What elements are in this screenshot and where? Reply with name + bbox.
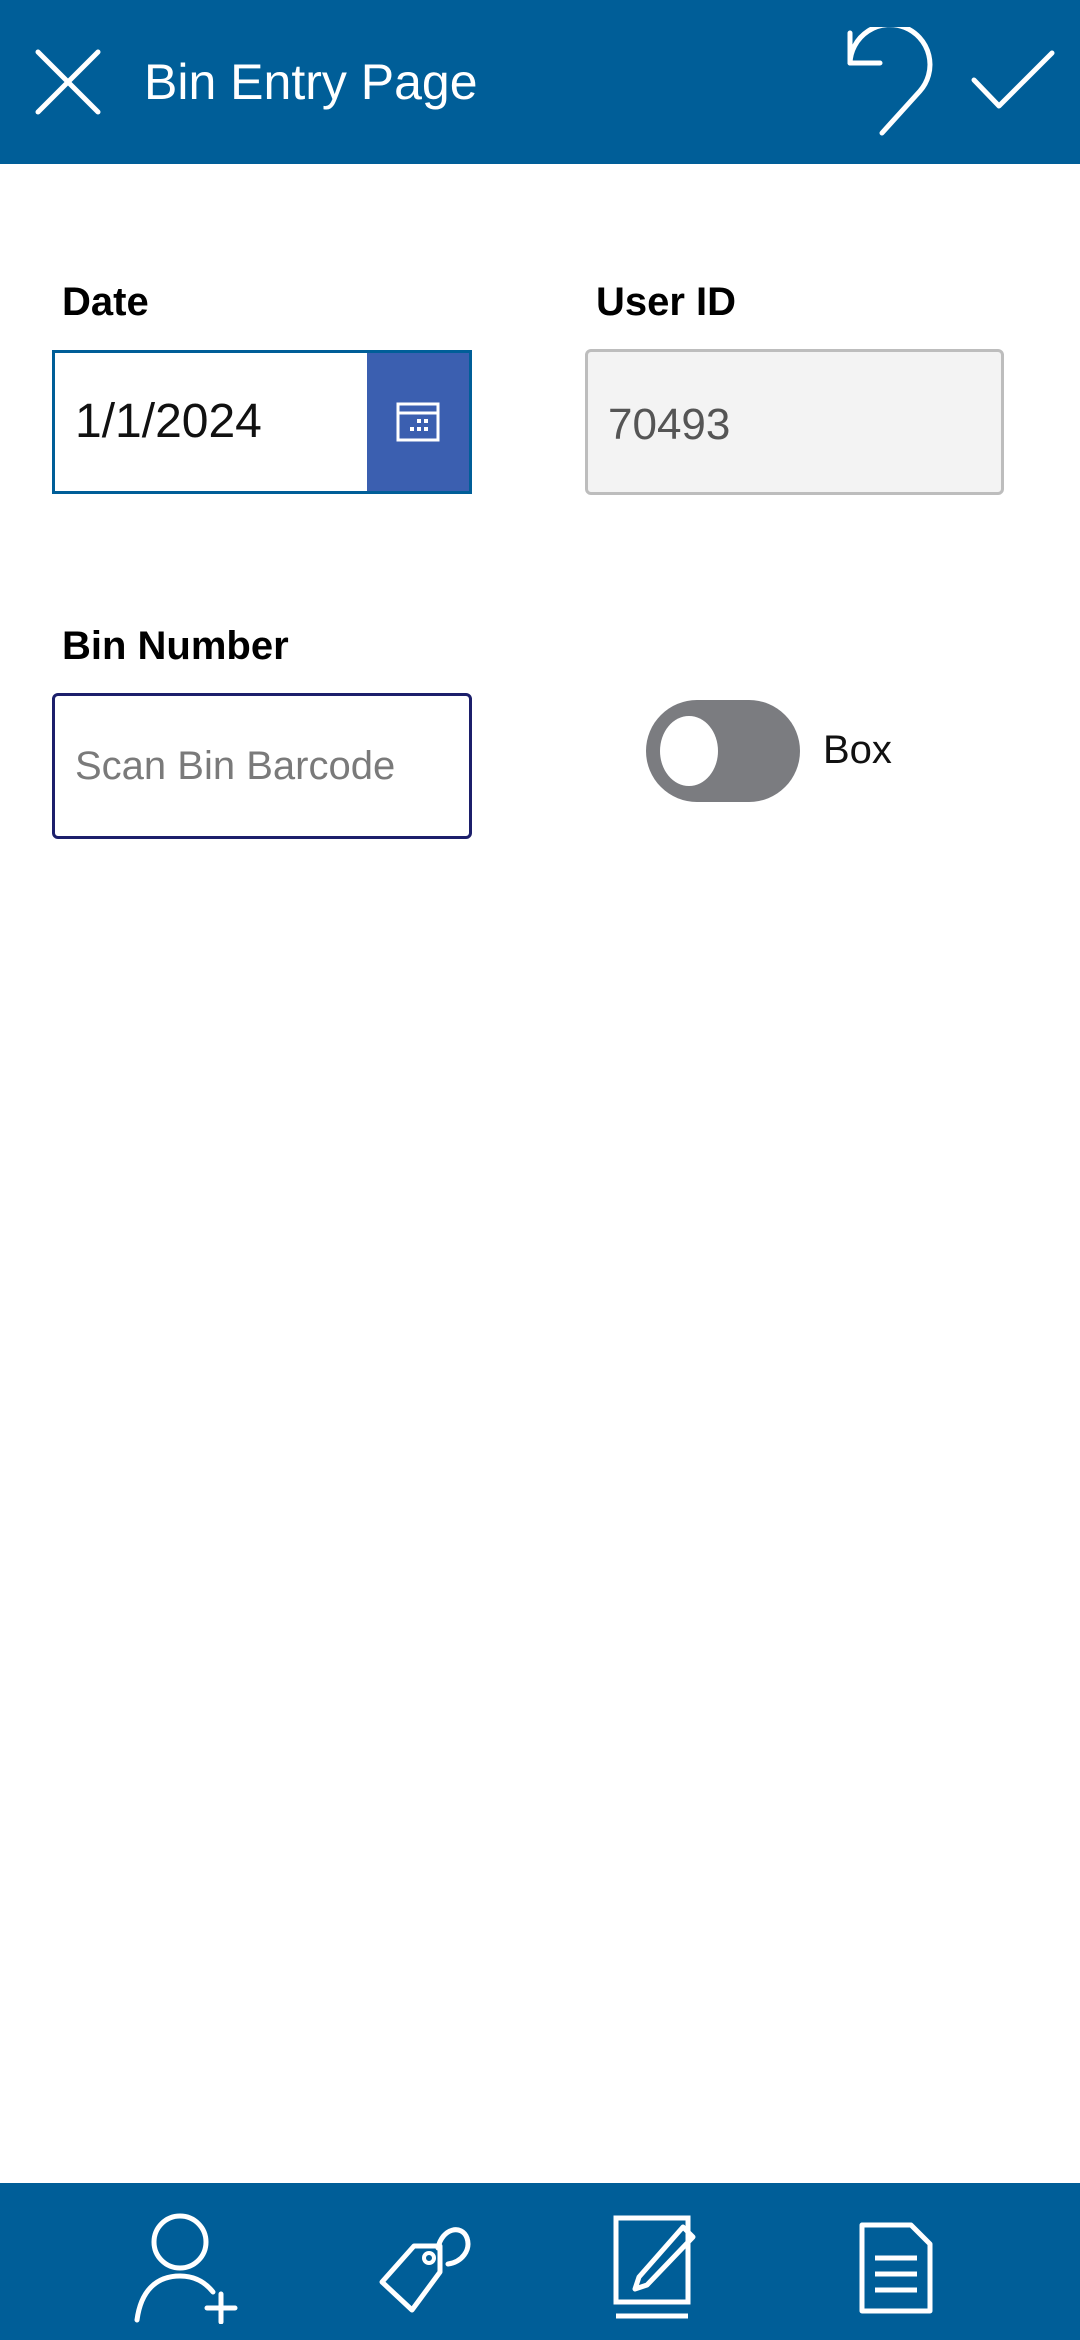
- tags-icon: [379, 2227, 471, 2313]
- bin-number-label: Bin Number: [62, 624, 289, 668]
- calendar-button[interactable]: [367, 353, 469, 491]
- user-id-label: User ID: [596, 280, 737, 324]
- close-button[interactable]: [24, 38, 112, 126]
- edit-document-button[interactable]: [596, 2203, 716, 2333]
- date-value[interactable]: 1/1/2024: [75, 353, 262, 491]
- bin-number-input[interactable]: [52, 693, 472, 839]
- box-toggle-label: Box: [823, 728, 892, 772]
- checkmark-icon: [971, 50, 1055, 109]
- edit-document-icon: [613, 2215, 696, 2319]
- document-button[interactable]: [836, 2203, 956, 2333]
- add-user-icon: [134, 2213, 238, 2324]
- user-id-value: 70493: [608, 400, 731, 449]
- document-icon: [859, 2222, 933, 2314]
- toggle-knob: [660, 716, 718, 786]
- box-toggle[interactable]: [646, 700, 800, 802]
- user-id-field: 70493: [585, 349, 1004, 495]
- undo-button[interactable]: [838, 24, 938, 140]
- footer-bar: [0, 2183, 1080, 2340]
- header-bar: Bin Entry Page: [0, 0, 1080, 164]
- undo-icon: [847, 27, 933, 136]
- save-button[interactable]: [958, 30, 1068, 130]
- close-icon: [35, 49, 101, 115]
- date-label: Date: [62, 280, 149, 324]
- tags-button[interactable]: [365, 2203, 485, 2333]
- add-user-button[interactable]: [128, 2203, 248, 2333]
- date-picker[interactable]: 1/1/2024: [52, 350, 472, 494]
- page-title: Bin Entry Page: [144, 54, 478, 110]
- calendar-icon: [396, 402, 440, 442]
